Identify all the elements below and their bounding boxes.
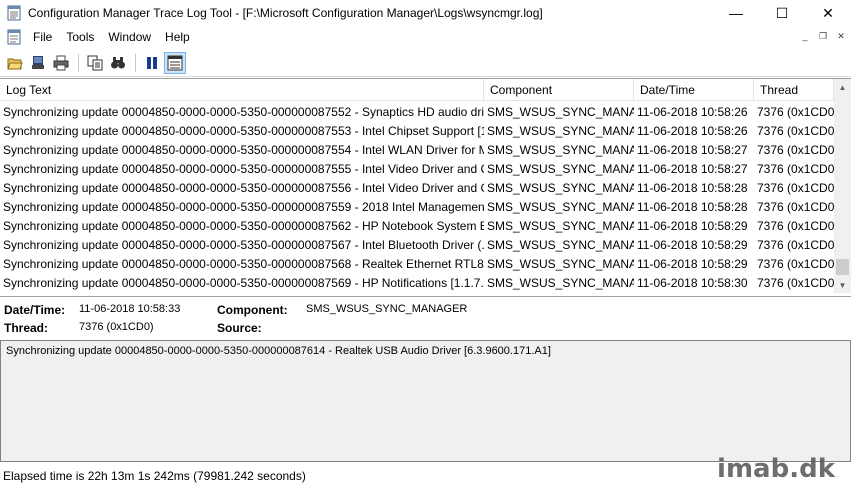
thread-cell: 7376 (0x1CD0)	[757, 104, 834, 119]
datetime-cell: 11-06-2018 10:58:30	[637, 275, 748, 290]
menu-bar: File Tools Window Help _ ❐ ✕	[0, 27, 851, 47]
thread-cell: 7376 (0x1CD0)	[757, 161, 834, 176]
log-row[interactable]: Synchronizing update 00004850-0000-0000-…	[0, 178, 834, 197]
datetime-cell: 11-06-2018 10:58:27	[637, 142, 748, 157]
imab-watermark-logo: imab.dk	[717, 454, 835, 484]
pause-icon[interactable]	[141, 52, 163, 74]
column-header-log-text[interactable]: Log Text	[0, 79, 484, 101]
mdi-restore-button[interactable]: ❐	[815, 29, 831, 43]
component-cell: SMS_WSUS_SYNC_MANAG	[487, 180, 634, 195]
log-text-cell: Synchronizing update 00004850-0000-0000-…	[3, 142, 484, 157]
app-log-icon	[6, 5, 22, 21]
title-bar: Configuration Manager Trace Log Tool - […	[0, 0, 851, 26]
close-button[interactable]: ✕	[805, 0, 851, 26]
log-row[interactable]: Synchronizing update 00004850-0000-0000-…	[0, 254, 834, 273]
window-title: Configuration Manager Trace Log Tool - […	[28, 6, 543, 20]
component-cell: SMS_WSUS_SYNC_MANAG	[487, 142, 634, 157]
log-row[interactable]: Synchronizing update 00004850-0000-0000-…	[0, 102, 834, 121]
thread-cell: 7376 (0x1CD0)	[757, 142, 834, 157]
mdi-close-button[interactable]: ✕	[833, 29, 849, 43]
log-rows: Synchronizing update 00004850-0000-0000-…	[0, 102, 834, 292]
log-text-cell: Synchronizing update 00004850-0000-0000-…	[3, 104, 484, 119]
message-text-box[interactable]: Synchronizing update 00004850-0000-0000-…	[0, 340, 851, 462]
thread-cell: 7376 (0x1CD0)	[757, 180, 834, 195]
thread-cell: 7376 (0x1CD0)	[757, 218, 834, 233]
log-text-cell: Synchronizing update 00004850-0000-0000-…	[3, 237, 484, 252]
details-panel: Date/Time: 11-06-2018 10:58:33 Thread: 7…	[0, 296, 851, 340]
component-cell: SMS_WSUS_SYNC_MANAG	[487, 218, 634, 233]
log-header-row: Log Text Component Date/Time Thread	[0, 79, 834, 101]
log-row[interactable]: Synchronizing update 00004850-0000-0000-…	[0, 273, 834, 292]
component-cell: SMS_WSUS_SYNC_MANAG	[487, 237, 634, 252]
scroll-up-arrow-icon[interactable]: ▲	[834, 79, 851, 96]
datetime-cell: 11-06-2018 10:58:29	[637, 237, 748, 252]
highlight-icon[interactable]	[164, 51, 186, 74]
menu-window[interactable]: Window	[101, 27, 158, 47]
log-row[interactable]: Synchronizing update 00004850-0000-0000-…	[0, 197, 834, 216]
column-header-thread[interactable]: Thread	[754, 79, 834, 101]
document-icon[interactable]	[6, 29, 22, 45]
menu-tools[interactable]: Tools	[59, 27, 101, 47]
datetime-cell: 11-06-2018 10:58:26	[637, 123, 748, 138]
datetime-label: Date/Time:	[4, 303, 66, 317]
log-text-cell: Synchronizing update 00004850-0000-0000-…	[3, 218, 484, 233]
scroll-down-arrow-icon[interactable]: ▼	[834, 277, 851, 293]
maximize-button[interactable]: ☐	[759, 0, 805, 26]
thread-value: 7376 (0x1CD0)	[79, 321, 154, 333]
print-icon[interactable]	[50, 52, 72, 74]
thread-label: Thread:	[4, 321, 49, 335]
copy-icon[interactable]	[84, 52, 106, 74]
find-icon[interactable]	[107, 52, 129, 74]
thread-cell: 7376 (0x1CD0)	[757, 123, 834, 138]
scrollbar-thumb[interactable]	[836, 259, 849, 275]
component-cell: SMS_WSUS_SYNC_MANAG	[487, 275, 634, 290]
log-text-cell: Synchronizing update 00004850-0000-0000-…	[3, 256, 484, 271]
toolbar-separator	[135, 53, 136, 72]
log-text-cell: Synchronizing update 00004850-0000-0000-…	[3, 161, 484, 176]
print-preview-icon[interactable]	[27, 52, 49, 74]
menu-help[interactable]: Help	[158, 27, 197, 47]
log-text-cell: Synchronizing update 00004850-0000-0000-…	[3, 180, 484, 195]
component-cell: SMS_WSUS_SYNC_MANAG	[487, 161, 634, 176]
component-cell: SMS_WSUS_SYNC_MANAG	[487, 123, 634, 138]
datetime-value: 11-06-2018 10:58:33	[79, 303, 181, 315]
menu-file[interactable]: File	[26, 27, 59, 47]
component-cell: SMS_WSUS_SYNC_MANAG	[487, 199, 634, 214]
component-value: SMS_WSUS_SYNC_MANAGER	[306, 303, 468, 315]
datetime-cell: 11-06-2018 10:58:29	[637, 256, 748, 271]
datetime-cell: 11-06-2018 10:58:28	[637, 180, 748, 195]
log-text-cell: Synchronizing update 00004850-0000-0000-…	[3, 199, 484, 214]
mdi-minimize-button[interactable]: _	[797, 29, 813, 43]
column-header-component[interactable]: Component	[484, 79, 634, 101]
toolbar-separator	[78, 53, 79, 72]
log-row[interactable]: Synchronizing update 00004850-0000-0000-…	[0, 159, 834, 178]
datetime-cell: 11-06-2018 10:58:29	[637, 218, 748, 233]
component-cell: SMS_WSUS_SYNC_MANAG	[487, 104, 634, 119]
datetime-cell: 11-06-2018 10:58:26	[637, 104, 748, 119]
log-text-cell: Synchronizing update 00004850-0000-0000-…	[3, 275, 484, 290]
elapsed-time-status: Elapsed time is 22h 13m 1s 242ms (79981.…	[3, 469, 306, 483]
component-cell: SMS_WSUS_SYNC_MANAG	[487, 256, 634, 271]
log-row[interactable]: Synchronizing update 00004850-0000-0000-…	[0, 121, 834, 140]
log-text-cell: Synchronizing update 00004850-0000-0000-…	[3, 123, 484, 138]
datetime-cell: 11-06-2018 10:58:28	[637, 199, 748, 214]
thread-cell: 7376 (0x1CD0)	[757, 199, 834, 214]
thread-cell: 7376 (0x1CD0)	[757, 256, 834, 271]
log-vertical-scrollbar[interactable]: ▲ ▼	[834, 79, 851, 293]
log-row[interactable]: Synchronizing update 00004850-0000-0000-…	[0, 140, 834, 159]
log-list[interactable]: Log Text Component Date/Time Thread Sync…	[0, 78, 851, 293]
log-row[interactable]: Synchronizing update 00004850-0000-0000-…	[0, 235, 834, 254]
column-header-datetime[interactable]: Date/Time	[634, 79, 754, 101]
component-label: Component:	[217, 303, 288, 317]
thread-cell: 7376 (0x1CD0)	[757, 275, 834, 290]
toolbar	[0, 49, 851, 77]
source-label: Source:	[217, 321, 262, 335]
log-row[interactable]: Synchronizing update 00004850-0000-0000-…	[0, 216, 834, 235]
open-icon[interactable]	[4, 52, 26, 74]
datetime-cell: 11-06-2018 10:58:27	[637, 161, 748, 176]
mdi-controls: _ ❐ ✕	[795, 29, 849, 43]
thread-cell: 7376 (0x1CD0)	[757, 237, 834, 252]
minimize-button[interactable]: —	[713, 0, 759, 26]
